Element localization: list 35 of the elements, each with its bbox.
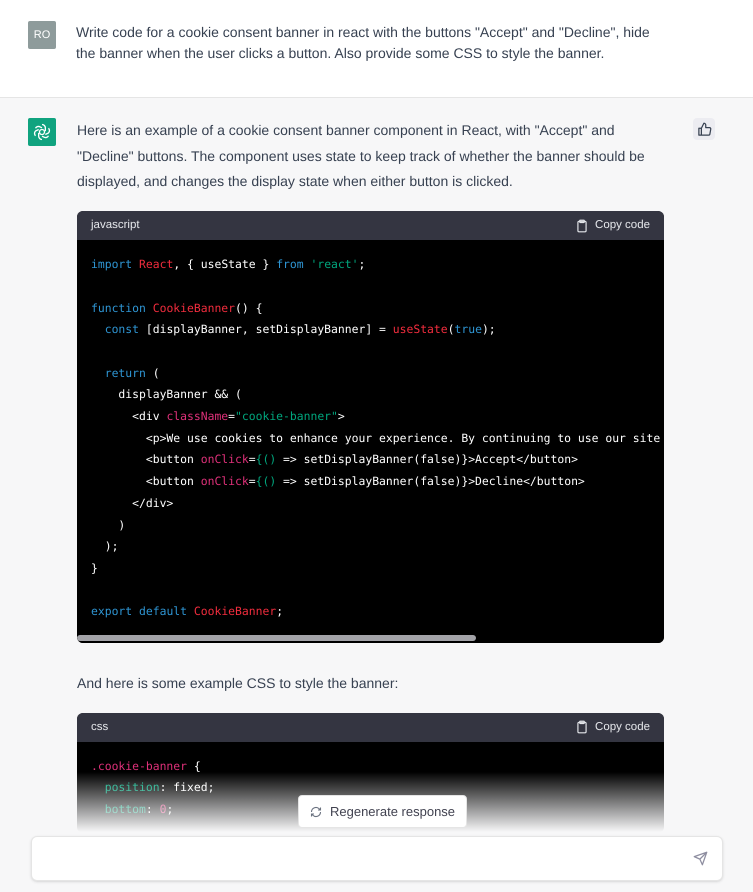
clipboard-icon (575, 720, 590, 734)
code-language: javascript (91, 218, 140, 233)
code-line: bottom: 0; (104, 801, 174, 818)
user-avatar: RO (28, 21, 56, 49)
code-line: } (91, 560, 98, 577)
code-line: <p>We use cookies to enhance your experience. By continuing to use our site (144, 430, 660, 447)
code-line: export default CookieBanner; (91, 603, 284, 620)
code-line: displayBanner && ( (117, 386, 242, 404)
copy-code-button[interactable]: Copy code (575, 216, 650, 234)
knot-logo-icon (32, 122, 52, 142)
message-input-field[interactable] (31, 836, 723, 881)
copy-code-button[interactable]: Copy code (575, 718, 650, 736)
code-line: import React, { useState } from 'react'; (91, 256, 366, 274)
thumbs-up-button[interactable] (693, 118, 715, 140)
horizontal-scrollbar[interactable] (77, 635, 476, 642)
thumbs-up-icon (696, 122, 712, 136)
code-line: .cookie-banner { (91, 758, 201, 775)
assistant-message: Here is an example of a cookie consent banner component in React, with "Accept" and "Decline" buttons. The component uses state to keep track of whether the banner should be displayed, and changes the display state when either button is clicked. (77, 121, 646, 192)
code-line: return ( (104, 364, 160, 382)
code-line: ); (104, 538, 118, 556)
regenerate-response-button[interactable]: Regenerate response (298, 795, 468, 828)
code-language: css (91, 720, 108, 735)
send-icon[interactable] (693, 851, 708, 866)
code-line: <div className="cookie-banner"> (131, 408, 345, 425)
code-line: position: fixed; (104, 779, 214, 796)
code-line: function CookieBanner() { (91, 300, 262, 316)
clipboard-icon (575, 218, 590, 233)
user-message: Write code for a cookie consent banner in react with the buttons "Accept" and "Decline", hide the banner when the user clicks a button. Also provide some CSS to style the banner. (76, 23, 651, 63)
assistant-message: And here is some example CSS to style the banner: (77, 674, 400, 694)
code-line: <button onClick={() => setDisplayBanner(false)}>Decline</button> (144, 473, 585, 490)
code-line: </div> (131, 494, 174, 512)
code-line: ) (117, 516, 126, 534)
code-line: const [displayBanner, setDisplayBanner] = useState(true); (104, 321, 496, 338)
code-line: <button onClick={() => setDisplayBanner(false)}>Accept</button> (144, 451, 578, 468)
refresh-icon (310, 806, 322, 818)
